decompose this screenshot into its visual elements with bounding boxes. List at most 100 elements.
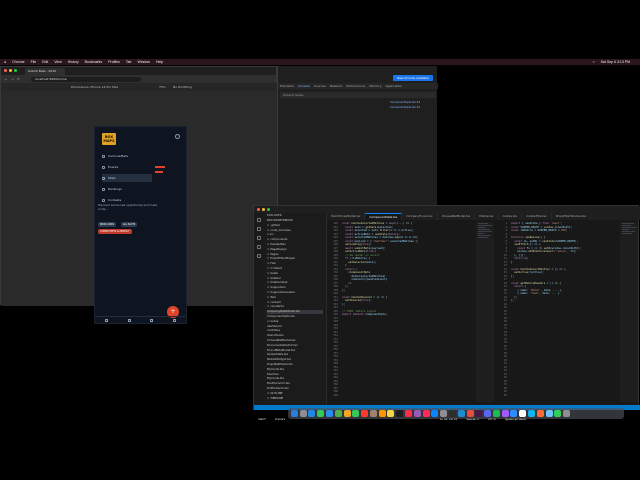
menu-history[interactable]: History: [68, 60, 79, 64]
tree-item[interactable]: > OUTLINE: [267, 391, 282, 396]
nav-item-rankings[interactable]: Rankings: [102, 185, 152, 193]
tab-sources[interactable]: Sources: [314, 84, 326, 88]
wifi-icon[interactable]: ≈: [593, 60, 595, 64]
minimap-right[interactable]: [620, 222, 638, 402]
menu-bookmarks[interactable]: Bookmarks: [85, 60, 103, 64]
app-logo[interactable]: BOX MAPS: [102, 133, 116, 145]
menu-file[interactable]: File: [31, 60, 37, 64]
tab-console[interactable]: Console: [298, 84, 310, 88]
tree-item[interactable]: > TIMELINE: [267, 396, 283, 401]
menu-window[interactable]: Window: [138, 60, 150, 64]
terminal-icon[interactable]: [448, 410, 456, 417]
zoom-select[interactable]: 75%: [159, 85, 166, 89]
tab-performance[interactable]: Performance: [346, 84, 365, 88]
forward-icon[interactable]: →: [11, 77, 14, 81]
close-window-icon[interactable]: [4, 69, 7, 72]
apple-icon[interactable]: ●: [4, 60, 6, 64]
editor-tab[interactable]: Mobile.tsx: [475, 213, 499, 220]
back-icon[interactable]: ←: [5, 77, 8, 81]
device-dimensions-select[interactable]: Dimensions: iPhone 14 Pro Max: [71, 85, 118, 89]
tree-item[interactable]: > .github: [267, 223, 280, 228]
source-control-icon[interactable]: [256, 236, 261, 240]
figma-icon[interactable]: [501, 410, 509, 417]
all-slots-button[interactable]: ALL SLOTS: [121, 222, 138, 227]
finder-icon[interactable]: [290, 410, 298, 417]
browser-tab[interactable]: Airbnb Bets - 4010: [25, 68, 65, 75]
editor-tab[interactable]: ComponentOpts.tsx: [365, 213, 403, 220]
maximize-window-icon[interactable]: [267, 208, 270, 211]
menu-profiles[interactable]: Profiles: [108, 60, 120, 64]
tab-elements[interactable]: Elements: [280, 84, 294, 88]
nav-item-events[interactable]: Events: [102, 163, 152, 171]
grid-icon[interactable]: [127, 319, 131, 322]
menu-edit[interactable]: Edit: [42, 60, 48, 64]
bell-icon[interactable]: [150, 319, 154, 322]
vscode-icon[interactable]: [457, 410, 465, 417]
menu-view[interactable]: View: [54, 60, 62, 64]
profile-icon[interactable]: [173, 319, 177, 322]
tree-item[interactable]: v routes: [267, 319, 278, 324]
postman-icon[interactable]: [536, 410, 544, 417]
zoom-icon[interactable]: [510, 410, 518, 417]
book-links-button[interactable]: BOOK LINKS: [98, 222, 117, 227]
menu-app-name[interactable]: Chrome: [12, 60, 24, 64]
preview-icon[interactable]: [545, 410, 553, 417]
editor-tab[interactable]: PublicPropsModal.tsx: [327, 213, 366, 220]
spotify-icon[interactable]: [492, 410, 500, 417]
debug-icon[interactable]: [256, 245, 261, 249]
address-bar[interactable]: localhost:5000/home: [31, 76, 141, 82]
extensions-icon[interactable]: [256, 254, 261, 258]
code-editor-left[interactable]: const handleSelectedMatches = async(...)…: [342, 222, 474, 404]
combat-bets-button[interactable]: COMBAT BETS & PREDICT: [98, 229, 132, 234]
notes-icon[interactable]: [387, 410, 395, 417]
tree-item[interactable]: > Test: [267, 295, 276, 300]
code-editor-right[interactable]: import { useState } from 'react'; const …: [511, 222, 621, 404]
trash-icon[interactable]: [563, 410, 571, 417]
status-branch[interactable]: main*: [258, 418, 266, 421]
update-banner[interactable]: New Chrome available: [393, 75, 433, 81]
console-source-link[interactable]: ComponentOpts.tsx:44: [390, 101, 420, 104]
photos-icon[interactable]: [343, 410, 351, 417]
calendar-icon[interactable]: [361, 410, 369, 417]
tree-item[interactable]: DocumentsPredict.tsx: [267, 343, 298, 348]
editor-tab[interactable]: CompanyFuncs.tsx: [402, 213, 438, 220]
mail-icon[interactable]: [326, 410, 334, 417]
tab-application[interactable]: Application: [386, 84, 403, 88]
status-errors[interactable]: 0 errors: [275, 418, 285, 421]
docker-icon[interactable]: [527, 410, 535, 417]
maximize-window-icon[interactable]: [14, 69, 17, 72]
minimize-window-icon[interactable]: [262, 208, 265, 211]
minimap-left[interactable]: [476, 222, 494, 402]
nav-item-stats[interactable]: Stats: [102, 174, 152, 182]
tab-memory[interactable]: Memory: [369, 84, 381, 88]
discord-icon[interactable]: [484, 410, 492, 417]
console-filter[interactable]: Default levels: [280, 92, 436, 98]
settings-icon[interactable]: [440, 410, 448, 417]
tree-item[interactable]: > PageDesign: [267, 247, 287, 252]
facetime-icon[interactable]: [352, 410, 360, 417]
editor-tab[interactable]: ChooseBetModal.tsx: [438, 213, 476, 220]
slack-icon[interactable]: [475, 410, 483, 417]
appstore-icon[interactable]: [431, 410, 439, 417]
reload-icon[interactable]: ↻: [17, 77, 20, 81]
reminders-icon[interactable]: [378, 410, 386, 417]
home-icon[interactable]: [104, 319, 108, 322]
music-icon[interactable]: [405, 410, 413, 417]
maps-icon[interactable]: [334, 410, 342, 417]
contacts-icon[interactable]: [369, 410, 377, 417]
menu-clock[interactable]: Sat Sep 6 3:13 PM: [601, 60, 630, 64]
editor-tab[interactable]: mobileTitle.tsx: [522, 213, 552, 220]
activity-icon[interactable]: [554, 410, 562, 417]
menu-tab[interactable]: Tab: [126, 60, 132, 64]
tree-item[interactable]: > Seats: [267, 271, 278, 276]
minimize-window-icon[interactable]: [9, 69, 12, 72]
nav-item-invoices[interactable]: Invoices/Bets: [102, 152, 152, 160]
notion-icon[interactable]: [519, 410, 527, 417]
tree-item[interactable]: MyCards.tsx: [267, 367, 284, 372]
chrome-icon[interactable]: [466, 410, 474, 417]
tv-icon[interactable]: [396, 410, 404, 417]
editor-tab[interactable]: PropsFilterWindow.tsx: [552, 213, 592, 220]
console-source-link[interactable]: ComponentOpts.tsx:52: [390, 106, 420, 109]
editor-tab[interactable]: mobile.tsx: [499, 213, 523, 220]
podcasts-icon[interactable]: [413, 410, 421, 417]
